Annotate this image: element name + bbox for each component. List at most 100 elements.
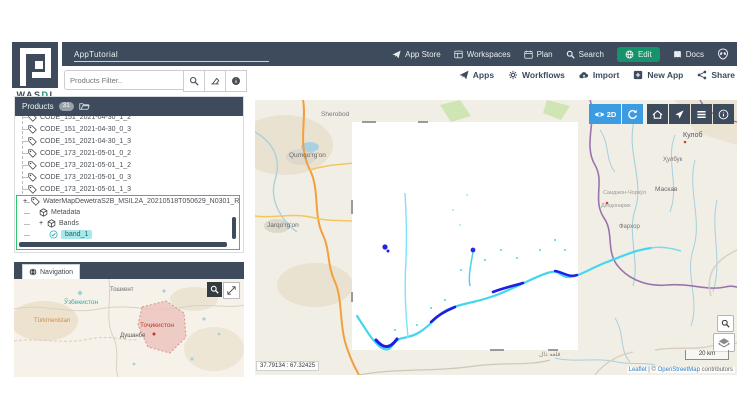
new-app-button[interactable]: New App	[633, 70, 683, 80]
tree-item-metadata[interactable]: Metadata	[17, 207, 239, 218]
vertical-scrollbar[interactable]	[232, 217, 236, 239]
info-icon	[718, 109, 729, 120]
map-attribution: Leaflet | © OpenStreetMap contributors	[627, 367, 735, 373]
check-circle-icon	[49, 230, 58, 239]
map-info-button[interactable]	[713, 104, 734, 124]
product-tag-icon	[28, 137, 37, 146]
wasdi-logo-icon	[12, 42, 58, 88]
locate-button[interactable]	[669, 104, 690, 124]
diagonal-extent-icon	[227, 286, 236, 295]
map-toolbar: 2D	[588, 104, 734, 124]
map-scale-bar: 20 km	[685, 350, 729, 360]
expand-caret[interactable]: +	[39, 220, 44, 227]
filter-clear-button[interactable]	[204, 70, 226, 92]
refresh-icon	[627, 109, 638, 120]
product-tree-item[interactable]: CODE_173_2021-05-01_0_2	[15, 147, 243, 159]
cloud-upload-icon	[579, 70, 589, 80]
nav-search[interactable]: Search	[566, 50, 604, 59]
layers-list-button[interactable]	[691, 104, 712, 124]
navbar-items: App Store Workspaces Plan Search Edit Do…	[392, 47, 737, 62]
product-tree-item[interactable]: CODE_151_2021-04-30_1_2	[15, 116, 243, 123]
alien-icon	[717, 48, 729, 60]
user-avatar-button[interactable]	[717, 48, 729, 60]
metadata-cube-icon	[39, 208, 48, 217]
eye-icon	[594, 109, 605, 120]
navigation-header: Navigation	[14, 262, 244, 279]
product-tag-icon	[28, 116, 37, 122]
product-tree: CODE_151_2021-04-30_1_2CODE_151_2021-04-…	[15, 116, 243, 195]
nav-docs[interactable]: Docs	[673, 50, 704, 59]
product-tree-item[interactable]: CODE_151_2021-04-30_0_3	[15, 123, 243, 135]
home-button[interactable]	[647, 104, 668, 124]
paper-plane-icon	[392, 50, 401, 59]
watermap-layer	[255, 100, 737, 375]
minimap-zoom-button[interactable]	[207, 282, 222, 297]
search-icon	[189, 76, 199, 86]
workspace-name: AppTutorial	[74, 50, 118, 59]
apps-button[interactable]: Apps	[459, 70, 494, 80]
tree-item-selected-product[interactable]: + WaterMapDewetraS2B_MSIL2A_20210518T050…	[17, 196, 239, 207]
product-tree-item[interactable]: CODE_173_2021-05-01_1_2	[15, 159, 243, 171]
plus-square-icon	[633, 70, 643, 80]
filter-info-button[interactable]	[225, 70, 247, 92]
wasdi-logo[interactable]	[12, 42, 58, 88]
share-icon	[697, 70, 707, 80]
calendar-icon	[524, 50, 533, 59]
products-title: Products	[22, 102, 54, 111]
top-navbar: AppTutorial App Store Workspaces Plan Se…	[62, 42, 737, 66]
search-icon	[210, 285, 219, 294]
product-tree-item[interactable]: CODE_151_2021-04-30_1_3	[15, 135, 243, 147]
workflows-button[interactable]: Workflows	[508, 70, 565, 80]
workspace-actions: Apps Workflows Import New App Share	[459, 70, 735, 80]
bands-cube-icon	[47, 219, 56, 228]
tree-item-band1[interactable]: band_1	[17, 229, 239, 240]
filter-search-button[interactable]	[183, 70, 205, 92]
nav-app-store[interactable]: App Store	[392, 50, 441, 59]
navigation-minimap[interactable]: ТошкентЎзбекистонTürkmenistanТоҷикистонД…	[14, 279, 244, 377]
leaflet-link[interactable]: Leaflet	[629, 367, 647, 373]
eraser-icon	[210, 76, 220, 86]
product-tag-icon	[28, 149, 37, 158]
product-tag-icon	[28, 185, 37, 194]
book-icon	[673, 50, 682, 59]
gears-icon	[508, 70, 518, 80]
filter-buttons	[184, 70, 247, 92]
search-icon	[566, 50, 575, 59]
import-button[interactable]: Import	[579, 70, 619, 80]
nav-plan[interactable]: Plan	[524, 50, 553, 59]
osm-link[interactable]: OpenStreetMap	[658, 367, 700, 373]
products-count-badge: 31	[59, 102, 74, 111]
list-bars-icon	[696, 109, 707, 120]
nav-edit[interactable]: Edit	[617, 47, 660, 62]
info-icon	[231, 76, 241, 86]
products-tree-body: CODE_151_2021-04-30_1_2CODE_151_2021-04-…	[15, 116, 243, 252]
wasdi-app: WASDI AppTutorial App Store Workspaces P…	[0, 0, 747, 420]
products-filter-input[interactable]	[64, 70, 188, 90]
navigation-tab[interactable]: Navigation	[22, 264, 80, 279]
product-tree-item[interactable]: CODE_173_2021-05-01_1_3	[15, 183, 243, 195]
share-button[interactable]: Share	[697, 70, 735, 80]
workspace-underline	[74, 61, 269, 62]
expand-caret[interactable]: +	[23, 198, 28, 205]
product-tag-icon	[28, 161, 37, 170]
products-panel: Products 31 CODE_151_2021-04-30_1_2CODE_…	[14, 96, 244, 253]
minimap-extent-button[interactable]	[223, 282, 240, 299]
main-map[interactable]: SherobodQumqo'rg'onJarqo'rg'onКулобҲулбу…	[255, 100, 737, 375]
product-tag-icon	[28, 125, 37, 134]
home-icon	[652, 109, 663, 120]
product-tag-icon	[28, 173, 37, 182]
refresh-button[interactable]	[622, 104, 643, 124]
layers-icon	[718, 337, 730, 349]
horizontal-scrollbar[interactable]	[19, 242, 227, 247]
navigation-panel: Navigation ТошкентЎзбекистонTürkmenistan…	[14, 262, 244, 377]
map-zoom-button[interactable]	[717, 315, 734, 332]
toggle-2d-button[interactable]: 2D	[589, 104, 621, 124]
cursor-coordinates: 37.79134 : 67.32425	[256, 361, 319, 371]
products-panel-header: Products 31	[15, 97, 243, 116]
location-arrow-icon	[674, 109, 685, 120]
product-tree-item[interactable]: CODE_173_2021-05-01_0_3	[15, 171, 243, 183]
tree-item-bands[interactable]: + Bands	[17, 218, 239, 229]
folder-open-icon[interactable]	[79, 102, 90, 111]
globe-icon	[625, 50, 634, 59]
nav-workspaces[interactable]: Workspaces	[454, 50, 511, 59]
